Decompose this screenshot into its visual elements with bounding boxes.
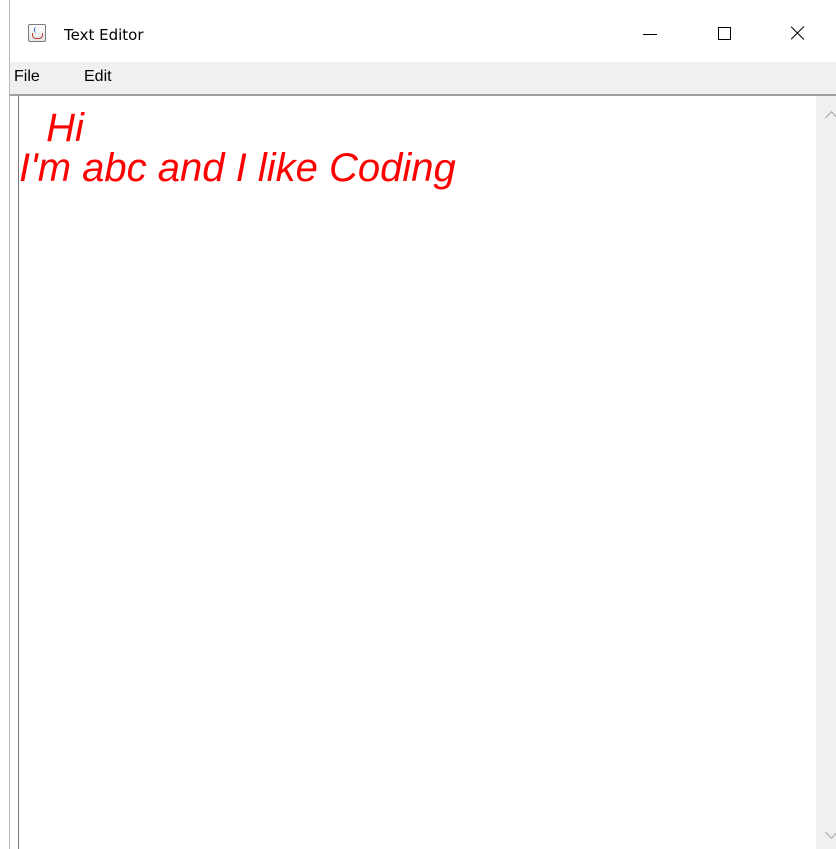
chevron-down-icon <box>824 825 836 839</box>
menu-file[interactable]: File <box>12 68 42 86</box>
menu-edit[interactable]: Edit <box>82 68 114 86</box>
editor-line-1: Hi <box>35 106 84 150</box>
title-bar[interactable]: Text Editor <box>10 4 836 62</box>
maximize-button[interactable] <box>688 4 760 62</box>
text-editor-window: Text Editor File Edit Hi I'm abc and I li… <box>10 0 836 849</box>
background-window-edge <box>0 0 10 849</box>
text-area[interactable]: Hi I'm abc and I like Coding <box>18 96 816 849</box>
vertical-scrollbar[interactable] <box>816 96 836 849</box>
editor-content: Hi I'm abc and I like Coding <box>19 96 809 188</box>
scroll-up-button[interactable] <box>816 100 836 130</box>
chevron-up-icon <box>824 110 836 124</box>
java-cup-icon[interactable] <box>28 24 46 42</box>
maximize-icon <box>717 26 731 40</box>
menu-bar: File Edit <box>10 62 836 96</box>
minimize-icon <box>643 33 657 35</box>
window-title: Text Editor <box>64 26 144 44</box>
close-button[interactable] <box>762 4 834 62</box>
close-icon <box>790 25 806 41</box>
minimize-button[interactable] <box>614 4 686 62</box>
editor-line-2: I'm abc and I like Coding <box>19 146 456 190</box>
scroll-down-button[interactable] <box>816 819 836 849</box>
